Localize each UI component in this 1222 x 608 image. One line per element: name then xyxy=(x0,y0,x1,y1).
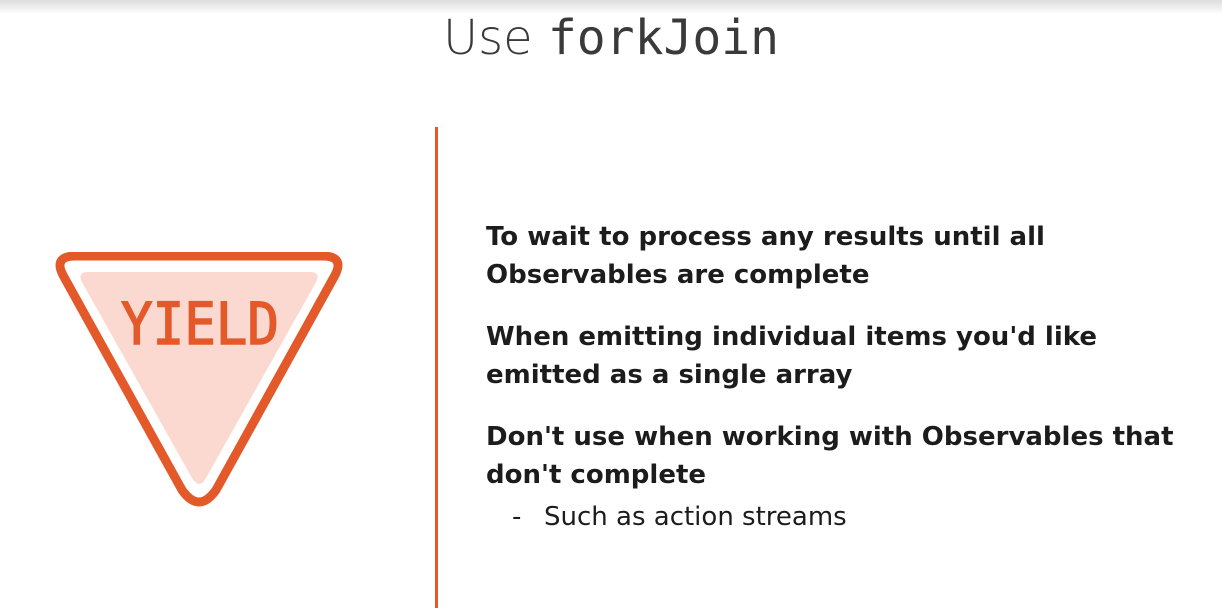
bullet-list: To wait to process any results until all… xyxy=(486,218,1216,536)
bullet-item: Don't use when working with Observables … xyxy=(486,422,1174,490)
yield-sign-text: YIELD xyxy=(121,290,279,358)
sub-bullet-text: Such as action streams xyxy=(544,502,847,532)
bullet-item: When emitting individual items you'd lik… xyxy=(486,322,1097,390)
yield-sign-icon: YIELD xyxy=(55,252,343,507)
slide-title-text: Use xyxy=(442,10,548,66)
sub-bullet-item: - Such as action streams xyxy=(486,498,1216,536)
vertical-divider xyxy=(435,127,438,608)
slide-title: Use forkJoin xyxy=(0,6,1222,71)
bullet-item: To wait to process any results until all… xyxy=(486,222,1045,290)
sub-bullet-dash: - xyxy=(512,502,522,532)
slide-title-code: forkJoin xyxy=(547,10,780,66)
